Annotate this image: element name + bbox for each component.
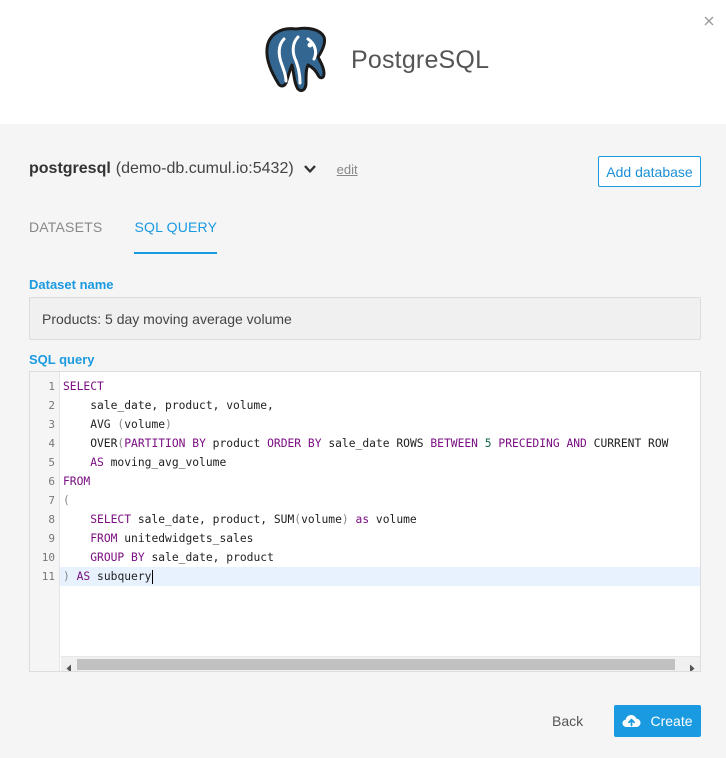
code-area[interactable]: SELECT sale_date, product, volume, AVG (… xyxy=(60,377,700,586)
code-line[interactable]: sale_date, product, volume, xyxy=(63,396,700,415)
brand-title: PostgreSQL xyxy=(351,46,490,74)
line-number: 3 xyxy=(48,418,55,431)
create-label: Create xyxy=(650,713,693,729)
code-line[interactable]: AS moving_avg_volume xyxy=(63,453,700,472)
dialog-header: PostgreSQL xyxy=(0,0,726,124)
create-button[interactable]: Create xyxy=(614,705,701,737)
horizontal-scrollbar[interactable] xyxy=(61,656,700,671)
scroll-left-icon[interactable] xyxy=(65,660,73,671)
line-number: 5 xyxy=(48,456,55,469)
back-button[interactable]: Back xyxy=(552,713,583,729)
text-cursor xyxy=(152,570,154,584)
line-number: 2 xyxy=(48,399,55,412)
tab-datasets[interactable]: DATASETS xyxy=(29,217,102,254)
dataset-name-label: Dataset name xyxy=(29,277,114,292)
line-number: 4 xyxy=(48,437,55,450)
chevron-down-icon[interactable] xyxy=(303,162,317,176)
code-line[interactable]: ) AS subquery xyxy=(60,567,700,586)
line-number: 7 xyxy=(48,494,55,507)
tab-bar: DATASETS SQL QUERY xyxy=(29,217,249,255)
dataset-name-input[interactable] xyxy=(29,297,701,340)
code-line[interactable]: OVER(PARTITION BY product ORDER BY sale_… xyxy=(63,434,700,453)
line-number: 11 xyxy=(41,570,55,583)
code-line[interactable]: FROM unitedwidgets_sales xyxy=(63,529,700,548)
line-number: 6 xyxy=(48,475,55,488)
line-number: 8 xyxy=(48,513,55,526)
code-line[interactable]: SELECT sale_date, product, SUM(volume) a… xyxy=(63,510,700,529)
line-number: 9 xyxy=(48,532,55,545)
add-database-button[interactable]: Add database xyxy=(598,156,701,187)
connection-selector: postgresql (demo-db.cumul.io:5432) edit xyxy=(29,160,358,178)
postgresql-elephant-logo xyxy=(262,25,330,93)
line-number: 10 xyxy=(41,551,55,564)
edit-connection-link[interactable]: edit xyxy=(337,162,358,177)
close-icon[interactable] xyxy=(700,12,718,30)
code-line[interactable]: SELECT xyxy=(63,377,700,396)
code-line[interactable]: ( xyxy=(63,491,700,510)
sql-editor[interactable]: 1 2 3 4 5 6 7 8 9 10 11 SELECT sale_date… xyxy=(29,371,701,672)
connection-name: postgresql xyxy=(29,160,111,177)
line-number: 1 xyxy=(48,380,55,393)
cloud-upload-icon xyxy=(622,715,641,727)
scroll-right-icon[interactable] xyxy=(688,660,696,671)
sql-query-label: SQL query xyxy=(29,352,95,367)
dialog-body: postgresql (demo-db.cumul.io:5432) edit … xyxy=(0,124,726,758)
scrollbar-thumb[interactable] xyxy=(77,659,675,670)
tab-sql-query[interactable]: SQL QUERY xyxy=(134,217,218,254)
line-number-gutter: 1 2 3 4 5 6 7 8 9 10 11 xyxy=(30,372,60,671)
code-line[interactable]: GROUP BY sale_date, product xyxy=(63,548,700,567)
code-line[interactable]: AVG (volume) xyxy=(63,415,700,434)
connection-host: (demo-db.cumul.io:5432) xyxy=(115,160,294,177)
code-line[interactable]: FROM xyxy=(63,472,700,491)
